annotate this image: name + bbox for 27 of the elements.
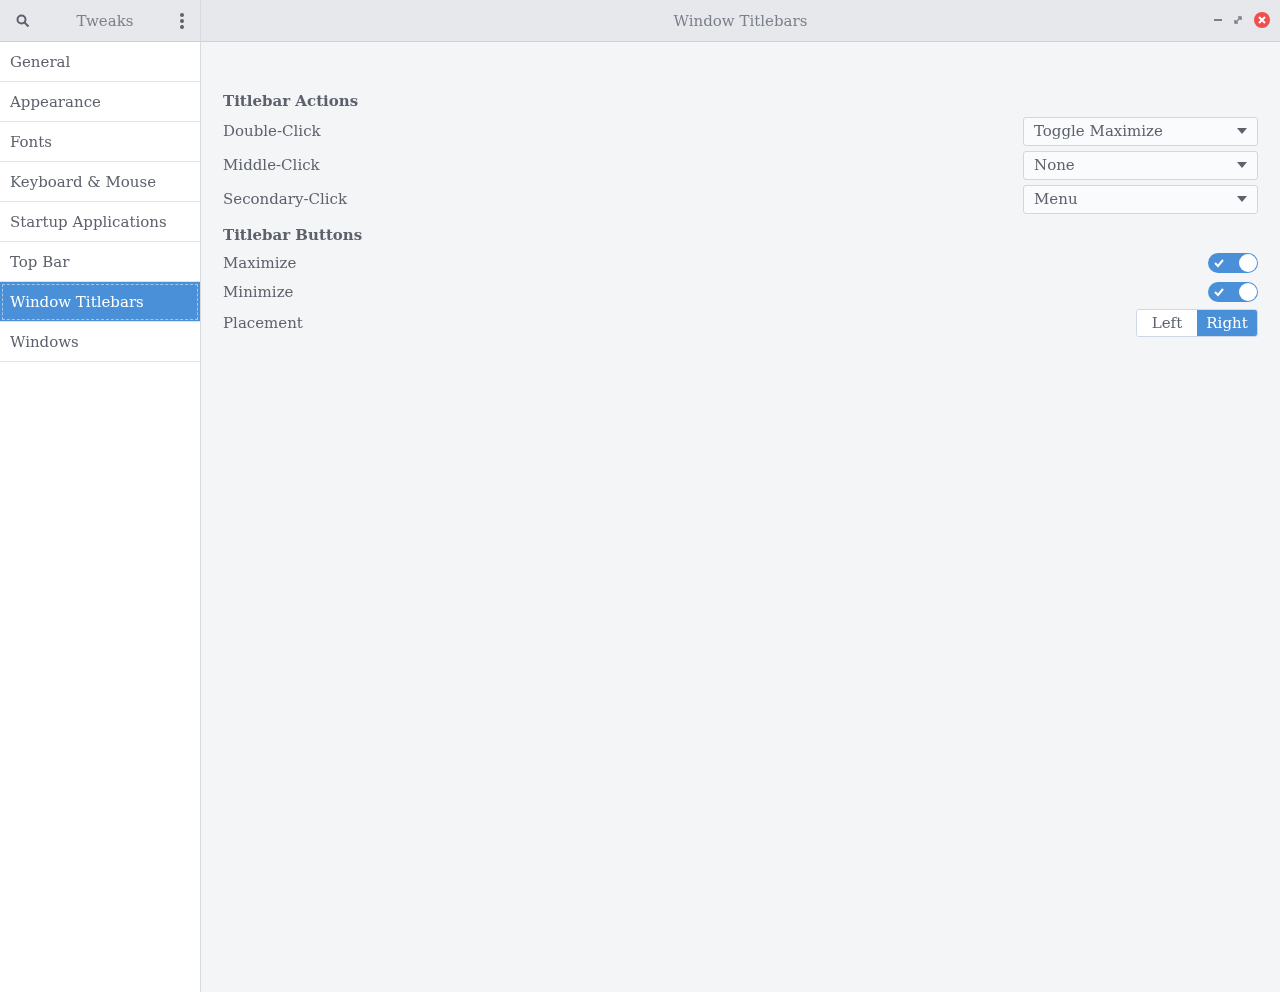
- section-heading: Titlebar Buttons: [223, 226, 364, 244]
- segment-button[interactable]: Left: [1137, 310, 1197, 336]
- toggle-switch[interactable]: [1208, 281, 1258, 302]
- toggle-switch[interactable]: [1208, 252, 1258, 273]
- segment-button[interactable]: Right: [1197, 310, 1257, 336]
- window-title: Window Titlebars: [673, 11, 808, 30]
- caret-icon: [1237, 162, 1247, 168]
- caret-icon: [1237, 196, 1247, 202]
- setting-label: Secondary-Click: [223, 190, 348, 208]
- restore-icon[interactable]: [1234, 16, 1242, 24]
- check-icon: [1214, 286, 1224, 297]
- setting-label: Minimize: [223, 282, 294, 301]
- check-icon: [1214, 257, 1224, 268]
- setting-label: Double-Click: [223, 122, 321, 140]
- setting-label: Placement: [223, 314, 303, 332]
- close-icon[interactable]: [1254, 12, 1270, 28]
- setting-label: Middle-Click: [223, 156, 320, 174]
- search-icon[interactable]: [16, 13, 30, 28]
- section-heading: Titlebar Actions: [223, 92, 360, 110]
- setting-label: Maximize: [223, 253, 297, 272]
- dropdown[interactable]: Toggle Maximize: [1023, 116, 1258, 146]
- caret-icon: [1237, 128, 1247, 134]
- dropdown[interactable]: None: [1023, 150, 1258, 180]
- app-title: Tweaks: [76, 11, 134, 30]
- menu-icon[interactable]: [180, 12, 184, 29]
- dropdown[interactable]: Menu: [1023, 184, 1258, 214]
- sidebar-item[interactable]: Window Titlebars: [0, 282, 200, 322]
